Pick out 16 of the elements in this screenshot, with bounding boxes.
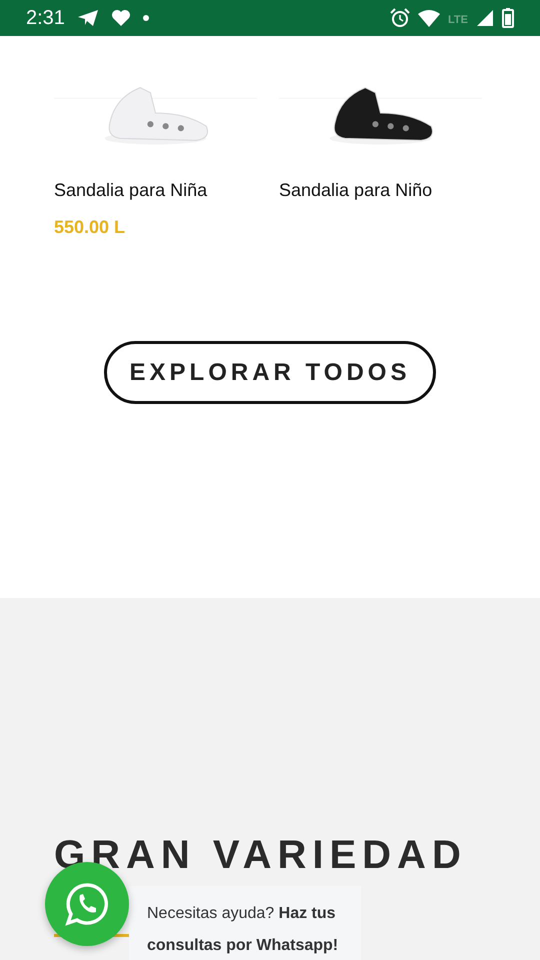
product-price: 550.00 L: [54, 217, 126, 238]
chat-message: Necesitas ayuda? Haz tus consultas por Whatsapp!: [129, 886, 361, 960]
status-time: 2:31: [26, 6, 65, 30]
chat-phone-icon: [64, 881, 110, 927]
explore-all-button[interactable]: EXPLORAR TODOS: [104, 341, 436, 404]
battery-icon: [502, 8, 514, 28]
dot-icon: [142, 15, 149, 21]
paper-plane-icon: [76, 9, 99, 27]
heart-icon: [110, 9, 131, 27]
signal-icon: [476, 9, 494, 27]
network-type: LTE: [448, 14, 468, 26]
section-heading: GRAN VARIEDAD: [54, 832, 468, 878]
alarm-clock-icon: [390, 8, 410, 28]
product-name[interactable]: Sandalia para Niño: [279, 180, 482, 201]
product-name[interactable]: Sandalia para Niña: [54, 180, 257, 201]
wifi-icon: [418, 10, 440, 26]
